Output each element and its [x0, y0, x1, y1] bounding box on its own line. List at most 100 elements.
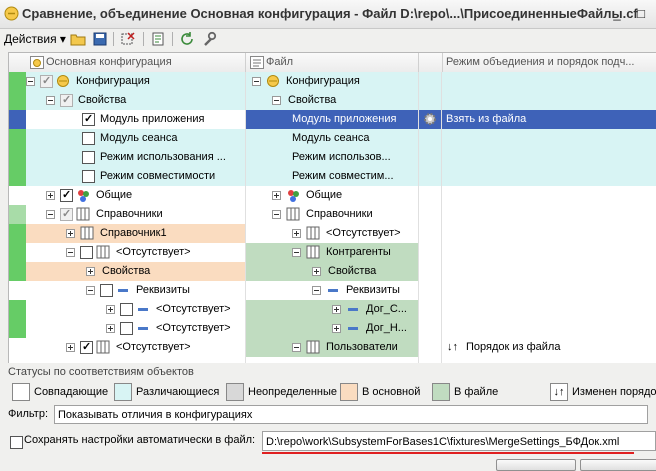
tree-row[interactable]: Свойства Свойства — [9, 262, 656, 281]
cell-file[interactable]: Дог_Н... — [246, 319, 418, 338]
collapse-icon[interactable] — [46, 210, 55, 219]
cell-file[interactable]: Реквизиты — [246, 281, 418, 300]
row-checkbox[interactable] — [82, 151, 95, 164]
expand-icon[interactable] — [312, 267, 321, 276]
collapse-icon[interactable] — [86, 286, 95, 295]
actions-menu[interactable]: Действия ▾ — [4, 32, 66, 46]
refresh-icon[interactable] — [179, 31, 195, 47]
cell-main[interactable]: Справочники — [26, 205, 245, 224]
cell-mode[interactable] — [442, 167, 656, 186]
row-checkbox[interactable] — [60, 91, 73, 110]
collapse-icon[interactable] — [66, 248, 75, 257]
save-settings-checkbox[interactable] — [10, 436, 23, 449]
tree-row[interactable]: Режим совместимости Режим совместим... — [9, 167, 656, 186]
tree-row[interactable]: Реквизиты Реквизиты — [9, 281, 656, 300]
tree-row[interactable]: <Отсутствует> Дог_С... — [9, 300, 656, 319]
tree-row[interactable]: Свойства Свойства — [9, 91, 656, 110]
cell-main[interactable]: <Отсутствует> — [26, 338, 245, 357]
collapse-icon[interactable] — [26, 77, 35, 86]
maximize-button[interactable]: □ — [630, 4, 652, 24]
cell-mode[interactable] — [442, 72, 656, 91]
expand-icon[interactable] — [272, 191, 281, 200]
cell-main[interactable]: Модуль приложения — [26, 110, 245, 129]
tree-row[interactable]: Режим использования ... Режим использов..… — [9, 148, 656, 167]
cell-mode[interactable]: ↓↑ Порядок из файла — [442, 338, 656, 357]
filter-select[interactable]: Показывать отличия в конфигурациях — [54, 405, 648, 424]
expand-icon[interactable] — [106, 324, 115, 333]
cell-mode[interactable] — [442, 319, 656, 338]
expand-icon[interactable] — [46, 191, 55, 200]
cell-file[interactable]: <Отсутствует> — [246, 224, 418, 243]
cell-main[interactable]: Реквизиты — [26, 281, 245, 300]
cell-main[interactable]: <Отсутствует> — [26, 319, 245, 338]
cell-mode[interactable] — [442, 129, 656, 148]
expand-icon[interactable] — [332, 324, 341, 333]
collapse-icon[interactable] — [312, 286, 321, 295]
cell-mode[interactable] — [442, 91, 656, 110]
tree-row[interactable]: Модуль приложения Модуль приложения Взять … — [9, 110, 656, 129]
cell-file[interactable]: Модуль сеанса — [246, 129, 418, 148]
cell-file[interactable]: Режим использов... — [246, 148, 418, 167]
expand-icon[interactable] — [332, 305, 341, 314]
cell-file[interactable]: Дог_С... — [246, 300, 418, 319]
cell-mode[interactable] — [442, 262, 656, 281]
cell-mode[interactable] — [442, 148, 656, 167]
column-header-file[interactable]: Файл — [246, 53, 419, 72]
collapse-icon[interactable] — [272, 210, 281, 219]
cell-mode[interactable] — [442, 224, 656, 243]
cell-file[interactable]: Свойства — [246, 262, 418, 281]
tree-row[interactable]: <Отсутствует> Пользователи ↓↑ Порядок из фа… — [9, 338, 656, 357]
cell-main[interactable]: Свойства — [26, 262, 245, 281]
expand-icon[interactable] — [66, 343, 75, 352]
expand-icon[interactable] — [66, 229, 75, 238]
cell-mode[interactable] — [442, 205, 656, 224]
tree-row[interactable]: <Отсутствует> Контрагенты — [9, 243, 656, 262]
collapse-icon[interactable] — [272, 96, 281, 105]
settings-wrench-icon[interactable] — [201, 31, 217, 47]
row-checkbox[interactable] — [120, 322, 133, 335]
save-icon[interactable] — [92, 31, 108, 47]
expand-icon[interactable] — [86, 267, 95, 276]
tree-row[interactable]: <Отсутствует> Дог_Н... — [9, 319, 656, 338]
expand-icon[interactable] — [106, 305, 115, 314]
row-checkbox[interactable] — [80, 246, 93, 259]
cell-mode[interactable] — [442, 243, 656, 262]
cell-mode[interactable] — [442, 300, 656, 319]
cell-file[interactable]: Контрагенты — [246, 243, 418, 262]
cell-main[interactable]: Справочник1 — [26, 224, 245, 243]
cell-file[interactable]: Свойства — [246, 91, 418, 110]
cell-main[interactable]: Модуль сеанса — [26, 129, 245, 148]
cell-main[interactable]: Конфигурация — [26, 72, 245, 91]
collapse-icon[interactable] — [252, 77, 261, 86]
row-checkbox[interactable] — [100, 284, 113, 297]
cell-mode[interactable] — [442, 281, 656, 300]
tree-row[interactable]: Справочники Справочники — [9, 205, 656, 224]
tree-row[interactable]: Общие Общие — [9, 186, 656, 205]
cell-mode[interactable]: Взять из файла — [442, 110, 656, 129]
column-header-main[interactable]: Основная конфигурация — [26, 53, 246, 72]
cell-main[interactable]: <Отсутствует> — [26, 300, 245, 319]
cell-file[interactable]: Модуль приложения — [246, 110, 418, 129]
cell-main[interactable]: Режим использования ... — [26, 148, 245, 167]
tree-row[interactable]: Конфигурация Конфигурация — [9, 72, 656, 91]
tree-row[interactable]: Модуль сеанса Модуль сеанса — [9, 129, 656, 148]
cell-main[interactable]: <Отсутствует> — [26, 243, 245, 262]
column-header-mode[interactable]: Режим объедиения и порядок подч... — [442, 53, 656, 72]
cell-file[interactable]: Режим совместим... — [246, 167, 418, 186]
mark-icon[interactable] — [120, 31, 136, 47]
collapse-icon[interactable] — [292, 248, 301, 257]
dialog-button[interactable] — [496, 459, 576, 471]
minimize-button[interactable]: _ — [606, 4, 628, 24]
cell-file[interactable]: Общие — [246, 186, 418, 205]
dialog-button[interactable] — [580, 459, 656, 471]
report-icon[interactable] — [150, 31, 166, 47]
row-checkbox[interactable] — [60, 186, 73, 205]
row-checkbox[interactable] — [82, 132, 95, 145]
cell-file[interactable]: Справочники — [246, 205, 418, 224]
expand-icon[interactable] — [292, 229, 301, 238]
collapse-icon[interactable] — [46, 96, 55, 105]
row-checkbox[interactable] — [82, 110, 95, 129]
cell-mode[interactable] — [442, 186, 656, 205]
row-checkbox[interactable] — [60, 205, 73, 224]
settings-file-path-input[interactable]: D:\repo\work\SubsystemForBases1C\fixture… — [262, 431, 656, 451]
